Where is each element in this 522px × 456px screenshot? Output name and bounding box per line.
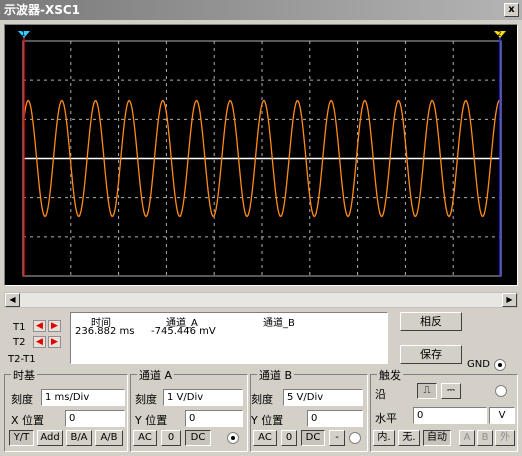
channel-b-ypos-label: Y 位置 bbox=[251, 414, 284, 427]
window-title: 示波器-XSC1 bbox=[4, 3, 81, 17]
channel-b-minus-button[interactable]: - bbox=[329, 430, 345, 446]
scroll-left-icon[interactable]: ◀ bbox=[5, 293, 20, 307]
channel-b-title: 通道 B bbox=[257, 367, 295, 383]
channel-a-title: 通道 A bbox=[137, 367, 175, 383]
channel-a-scale-label: 刻度 bbox=[135, 393, 157, 406]
t2-left-arrow-icon[interactable]: ◀ bbox=[33, 336, 46, 348]
t1-right-arrow-icon[interactable]: ▶ bbox=[48, 320, 61, 332]
mode-ab-button[interactable]: A/B bbox=[95, 430, 123, 446]
t1-cursor-arrows[interactable]: ◀ ▶ bbox=[33, 320, 61, 332]
trigger-auto-button[interactable]: 自动 bbox=[423, 430, 451, 446]
channel-a-zero-button[interactable]: 0 bbox=[161, 430, 181, 446]
trigger-source-ext-button[interactable]: 外 bbox=[495, 430, 515, 446]
timebase-scale-field[interactable]: 1 ms/Div bbox=[41, 389, 125, 406]
cursor-t1-marker-label: 1 bbox=[21, 30, 25, 38]
cursor-t2-marker-label: 2 bbox=[497, 30, 501, 38]
channel-b-group: 通道 B 刻度 5 V/Div Y 位置 0 AC 0 DC - bbox=[250, 367, 368, 452]
window-titlebar: 示波器-XSC1 x bbox=[0, 0, 522, 20]
close-button[interactable]: x bbox=[504, 3, 519, 17]
trigger-edge-label: 沿 bbox=[375, 388, 386, 401]
trigger-edge-radio[interactable] bbox=[495, 385, 507, 397]
channel-b-scale-label: 刻度 bbox=[251, 393, 273, 406]
channel-b-invert-radio[interactable] bbox=[349, 432, 361, 444]
channel-a-scale-field[interactable]: 1 V/Div bbox=[163, 389, 243, 406]
channel-a-dc-button[interactable]: DC bbox=[185, 430, 211, 446]
x-position-label: X 位置 bbox=[11, 414, 45, 427]
channel-b-ac-button[interactable]: AC bbox=[253, 430, 277, 446]
trigger-none-button[interactable]: 无. bbox=[398, 430, 420, 446]
mode-yt-button[interactable]: Y/T bbox=[9, 430, 34, 446]
channel-b-scale-field[interactable]: 5 V/Div bbox=[283, 389, 363, 406]
oscilloscope-display: 12 bbox=[18, 30, 506, 277]
channel-a-invert-radio[interactable] bbox=[227, 432, 239, 444]
timebase-title: 时基 bbox=[11, 367, 37, 383]
mode-add-button[interactable]: Add bbox=[37, 430, 63, 446]
t2-label: T2 bbox=[13, 337, 26, 348]
horizontal-scrollbar[interactable]: ◀ ▶ bbox=[4, 292, 518, 308]
t2t1-label: T2-T1 bbox=[8, 354, 36, 365]
channel-a-group: 通道 A 刻度 1 V/Div Y 位置 0 AC 0 DC bbox=[130, 367, 248, 452]
timebase-scale-label: 刻度 bbox=[11, 393, 33, 406]
cursor-readout-table: 时间 通道_A 通道_B 236.882 ms -745.446 mV bbox=[70, 312, 388, 364]
gnd-terminal-icon[interactable] bbox=[494, 359, 506, 371]
trigger-title: 触发 bbox=[377, 367, 403, 383]
trigger-level-label: 水平 bbox=[375, 412, 397, 425]
rising-edge-icon[interactable]: ⎍ bbox=[417, 383, 437, 399]
t1-channel-a-value: -745.446 mV bbox=[151, 326, 216, 337]
trigger-internal-button[interactable]: 内. bbox=[373, 430, 395, 446]
t1-left-arrow-icon[interactable]: ◀ bbox=[33, 320, 46, 332]
channel-b-zero-button[interactable]: 0 bbox=[281, 430, 297, 446]
channel-a-ypos-field[interactable]: 0 bbox=[185, 410, 243, 427]
trigger-source-a-button[interactable]: A bbox=[459, 430, 475, 446]
oscilloscope-screen: 12 bbox=[4, 24, 518, 286]
channel-a-ypos-label: Y 位置 bbox=[135, 414, 168, 427]
trigger-level-field[interactable]: 0 bbox=[413, 407, 487, 424]
falling-edge-icon[interactable]: ⎓ bbox=[441, 383, 461, 399]
channel-b-ypos-field[interactable]: 0 bbox=[307, 410, 363, 427]
t1-time-value: 236.882 ms bbox=[75, 326, 135, 337]
scroll-right-icon[interactable]: ▶ bbox=[502, 293, 517, 307]
channel-a-ac-button[interactable]: AC bbox=[133, 430, 157, 446]
t1-label: T1 bbox=[13, 322, 26, 333]
mode-ba-button[interactable]: B/A bbox=[66, 430, 92, 446]
reverse-button[interactable]: 相反 bbox=[400, 312, 462, 331]
trigger-group: 触发 沿 ⎍ ⎓ 水平 0 V 内. 无. 自动 A B 外 bbox=[370, 367, 518, 452]
trigger-source-b-button[interactable]: B bbox=[477, 430, 493, 446]
t2-cursor-arrows[interactable]: ◀ ▶ bbox=[33, 336, 61, 348]
gnd-label: GND bbox=[467, 359, 490, 370]
timebase-group: 时基 刻度 1 ms/Div X 位置 0 Y/T Add B/A A/B bbox=[4, 367, 128, 452]
save-button[interactable]: 保存 bbox=[400, 345, 462, 364]
channel-b-dc-button[interactable]: DC bbox=[301, 430, 325, 446]
x-position-field[interactable]: 0 bbox=[65, 410, 125, 427]
t2-right-arrow-icon[interactable]: ▶ bbox=[48, 336, 61, 348]
trigger-level-unit[interactable]: V bbox=[489, 407, 515, 424]
col-channel-b-header: 通道_B bbox=[263, 318, 295, 329]
